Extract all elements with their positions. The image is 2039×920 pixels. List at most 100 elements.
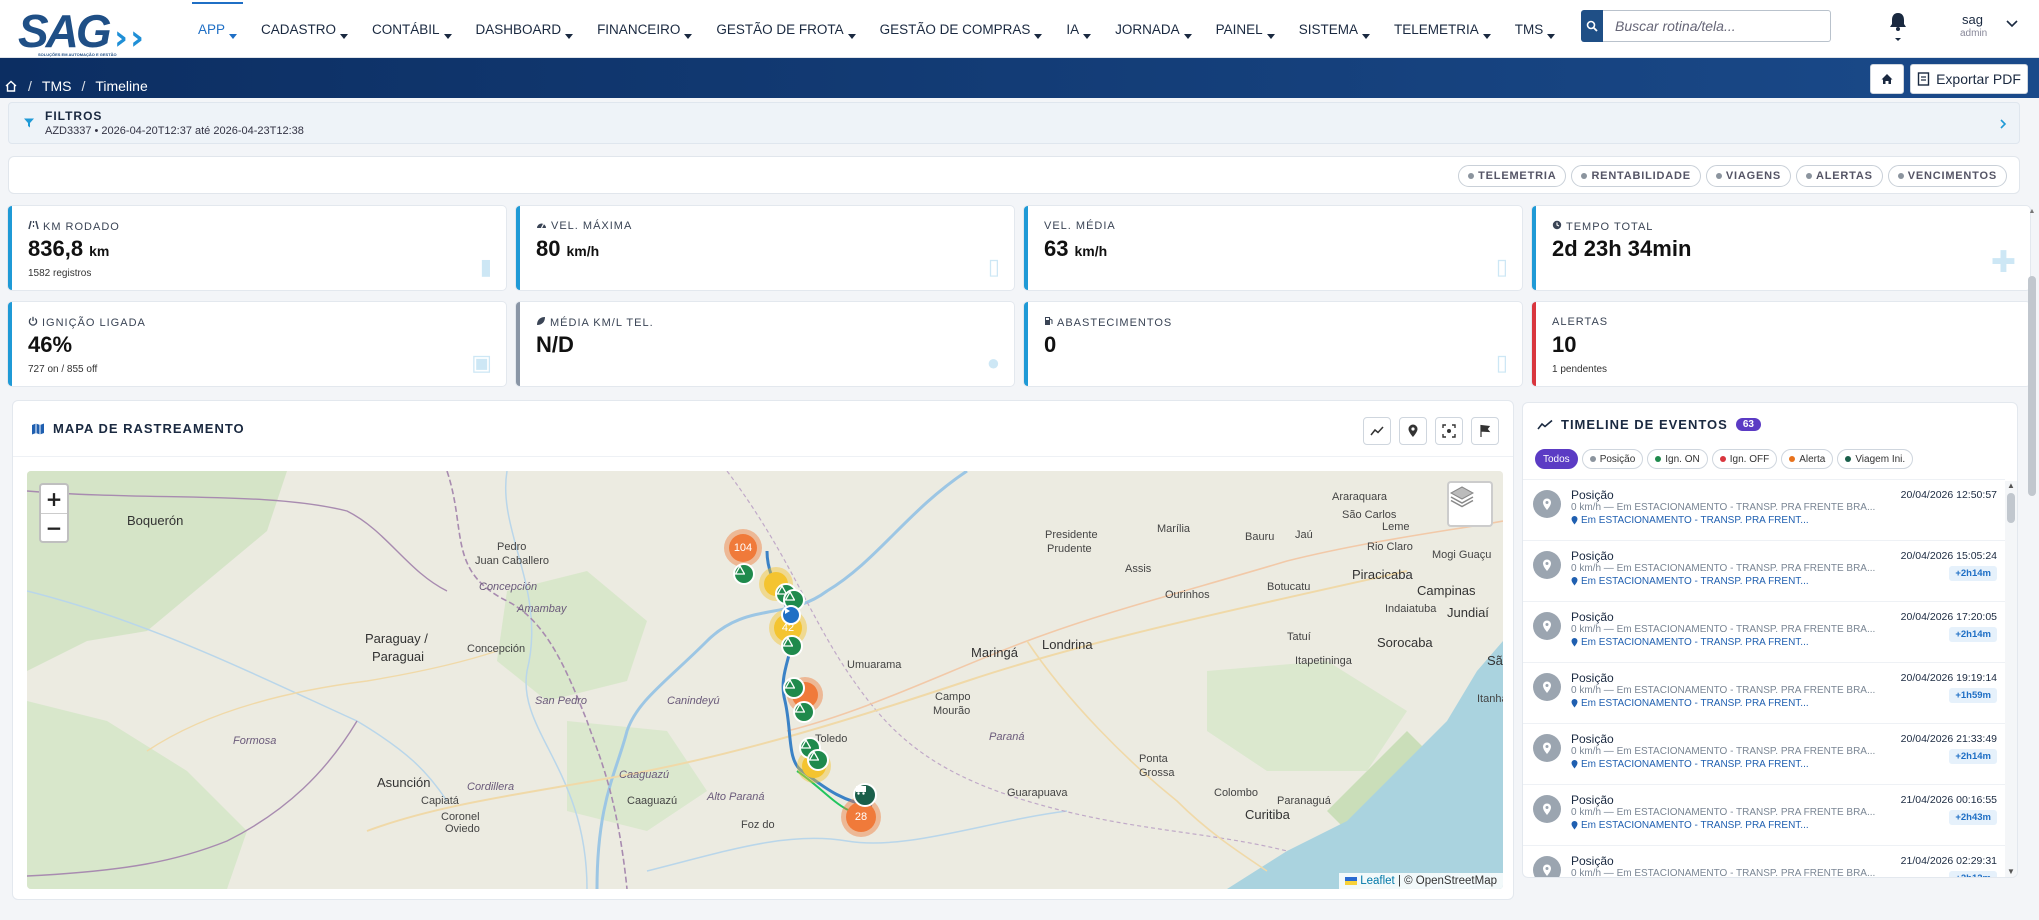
section-tab-telemetria[interactable]: TELEMETRIA xyxy=(1458,165,1567,187)
osm-attribution[interactable]: | © OpenStreetMap xyxy=(1398,875,1497,887)
section-tab-vencimentos[interactable]: VENCIMENTOS xyxy=(1887,165,2007,187)
layers-button[interactable] xyxy=(1447,481,1493,527)
timeline-scrollbar[interactable]: ▲ ▼ xyxy=(2005,481,2017,877)
route-line-button[interactable] xyxy=(1363,417,1391,445)
menu-label: JORNADA xyxy=(1115,21,1180,37)
map-icon xyxy=(32,423,44,434)
timeline-filter-label: Posição xyxy=(1599,453,1636,465)
menu-tms[interactable]: TMS xyxy=(1503,0,1568,58)
alert-marker[interactable] xyxy=(781,635,803,657)
page-scrollbar[interactable]: ▲ xyxy=(2026,208,2038,876)
kpi-label: IGNIÇÃO LIGADA xyxy=(28,316,146,329)
menu-painel[interactable]: PAINEL xyxy=(1204,0,1287,58)
menu-sistema[interactable]: SISTEMA xyxy=(1287,0,1382,58)
kpi-value: 2d 23h 34min xyxy=(1552,236,1691,262)
map-place-label: Paranaguá xyxy=(1277,795,1331,807)
kpi-card-tempo-total: TEMPO TOTAL 2d 23h 34min ✚ xyxy=(1532,206,2030,290)
company-logo[interactable]: SAG › › SOLUÇÕES EM AUTOMAÇÃO E GESTÃO xyxy=(18,4,160,58)
timeline-filter-posição[interactable]: Posição xyxy=(1581,449,1644,469)
export-pdf-button[interactable]: Exportar PDF xyxy=(1910,64,2028,94)
kpi-value-text: 836,8 xyxy=(28,236,84,261)
markers-button[interactable] xyxy=(1399,417,1427,445)
alert-marker[interactable] xyxy=(807,749,829,771)
menu-financeiro[interactable]: FINANCEIRO xyxy=(585,0,704,58)
trip-start-marker[interactable] xyxy=(781,605,801,625)
map-place-label: Foz do xyxy=(741,819,775,831)
timeline-event[interactable]: Posição 0 km/h — Em ESTACIONAMENTO - TRAN… xyxy=(1523,724,2005,785)
dot-icon xyxy=(1789,456,1796,462)
kpi-label: KM RODADO xyxy=(28,220,120,233)
timeline-event[interactable]: Posição 0 km/h — Em ESTACIONAMENTO - TRAN… xyxy=(1523,541,2005,602)
menu-gestão-de-compras[interactable]: GESTÃO DE COMPRAS xyxy=(868,0,1055,58)
event-type: Posição xyxy=(1571,488,1614,502)
notifications-button[interactable] xyxy=(1886,10,1910,44)
dot-icon xyxy=(1897,173,1904,179)
scroll-up-arrow[interactable]: ▲ xyxy=(2005,481,2017,491)
timeline-event[interactable]: Posição 0 km/h — Em ESTACIONAMENTO - TRAN… xyxy=(1523,663,2005,724)
caret-down-icon xyxy=(1183,33,1192,39)
kpi-watermark-icon: ▯ xyxy=(1495,350,1508,375)
section-tab-alertas[interactable]: ALERTAS xyxy=(1795,165,1883,187)
filters-panel[interactable]: FILTROS AZD3337 • 2026-04-20T12:37 até 2… xyxy=(8,102,2020,144)
menu-telemetria[interactable]: TELEMETRIA xyxy=(1382,0,1503,58)
alert-marker[interactable] xyxy=(783,677,805,699)
leaflet-link[interactable]: Leaflet xyxy=(1360,875,1395,887)
dot-icon xyxy=(1715,173,1722,179)
section-tab-rentabilidade[interactable]: RENTABILIDADE xyxy=(1571,165,1701,187)
timeline-event[interactable]: Posição 0 km/h — Em ESTACIONAMENTO - TRAN… xyxy=(1523,785,2005,846)
kpi-value: 63 km/h xyxy=(1044,236,1107,262)
timeline-event[interactable]: Posição 0 km/h — Em ESTACIONAMENTO - TRAN… xyxy=(1523,846,2005,877)
timeline-filter-todos[interactable]: Todos xyxy=(1535,449,1578,469)
menu-cadastro[interactable]: CADASTRO xyxy=(249,0,360,58)
page-scroll-thumb[interactable] xyxy=(2028,276,2036,496)
menu-gestão-de-frota[interactable]: GESTÃO DE FROTA xyxy=(704,0,867,58)
section-tab-viagens[interactable]: VIAGENS xyxy=(1705,165,1791,187)
alert-marker[interactable] xyxy=(733,563,755,585)
scroll-down-arrow[interactable]: ▼ xyxy=(2005,867,2017,877)
timeline-filter-alerta[interactable]: Alerta xyxy=(1781,449,1834,469)
timeline-event[interactable]: Posição 0 km/h — Em ESTACIONAMENTO - TRAN… xyxy=(1523,602,2005,663)
zoom-control: + − xyxy=(39,483,69,543)
timeline-filter-ign-off[interactable]: Ign. OFF xyxy=(1711,449,1778,469)
warning-icon xyxy=(809,751,819,761)
timeline-event-list[interactable]: Posição 0 km/h — Em ESTACIONAMENTO - TRAN… xyxy=(1523,479,2005,877)
fit-bounds-button[interactable] xyxy=(1435,417,1463,445)
chevron-right-icon[interactable] xyxy=(1999,118,2007,130)
timeline-filter-ign-on[interactable]: Ign. ON xyxy=(1647,449,1708,469)
map-place-label: Itapetininga xyxy=(1295,655,1352,667)
timeline-filter-viagem-ini[interactable]: Viagem Ini. xyxy=(1837,449,1914,469)
chart-line-icon xyxy=(1537,419,1553,429)
home-icon[interactable] xyxy=(4,79,18,93)
user-menu[interactable]: sag admin xyxy=(1946,12,2026,42)
map-place-label: Campo xyxy=(935,691,971,703)
zoom-out-button[interactable]: − xyxy=(41,513,67,541)
menu-label: GESTÃO DE FROTA xyxy=(716,21,844,37)
flag-icon xyxy=(1480,424,1491,437)
location-pin-icon xyxy=(1571,760,1578,769)
vehicle-marker[interactable] xyxy=(853,783,877,807)
menu-jornada[interactable]: JORNADA xyxy=(1103,0,1204,58)
menu-dashboard[interactable]: DASHBOARD xyxy=(464,0,586,58)
zoom-in-button[interactable]: + xyxy=(41,485,67,513)
alert-marker[interactable] xyxy=(793,701,815,723)
timeline-scroll-thumb[interactable] xyxy=(2007,493,2015,523)
page-scroll-up-arrow[interactable]: ▲ xyxy=(2027,208,2037,218)
timeline-filter-label: Ign. ON xyxy=(1665,453,1700,465)
map-cluster[interactable]: 104 xyxy=(724,529,762,567)
search-input[interactable] xyxy=(1603,10,1831,42)
menu-ia[interactable]: IA xyxy=(1054,0,1103,58)
flags-button[interactable] xyxy=(1471,417,1499,445)
home-button[interactable] xyxy=(1870,64,1904,94)
timeline-filter-label: Ign. OFF xyxy=(1729,453,1770,465)
kpi-value: 836,8 km xyxy=(28,236,109,262)
menu-app[interactable]: APP xyxy=(186,0,249,58)
kpi-label: MÉDIA KM/L TEL. xyxy=(536,316,654,329)
kpi-card-ignição-ligada: IGNIÇÃO LIGADA 46% 727 on / 855 off ▣ xyxy=(8,302,506,386)
search-button[interactable] xyxy=(1581,10,1603,42)
map-place-label: Umuarama xyxy=(847,659,902,671)
chart-line-icon xyxy=(1370,426,1384,436)
tracking-map[interactable]: Araraquara São Carlos Boquerón Presidente Ma… xyxy=(27,471,1503,889)
breadcrumb-item-tms[interactable]: TMS xyxy=(42,78,72,94)
timeline-event[interactable]: Posição 0 km/h — Em ESTACIONAMENTO - TRAN… xyxy=(1523,480,2005,541)
menu-contábil[interactable]: CONTÁBIL xyxy=(360,0,464,58)
